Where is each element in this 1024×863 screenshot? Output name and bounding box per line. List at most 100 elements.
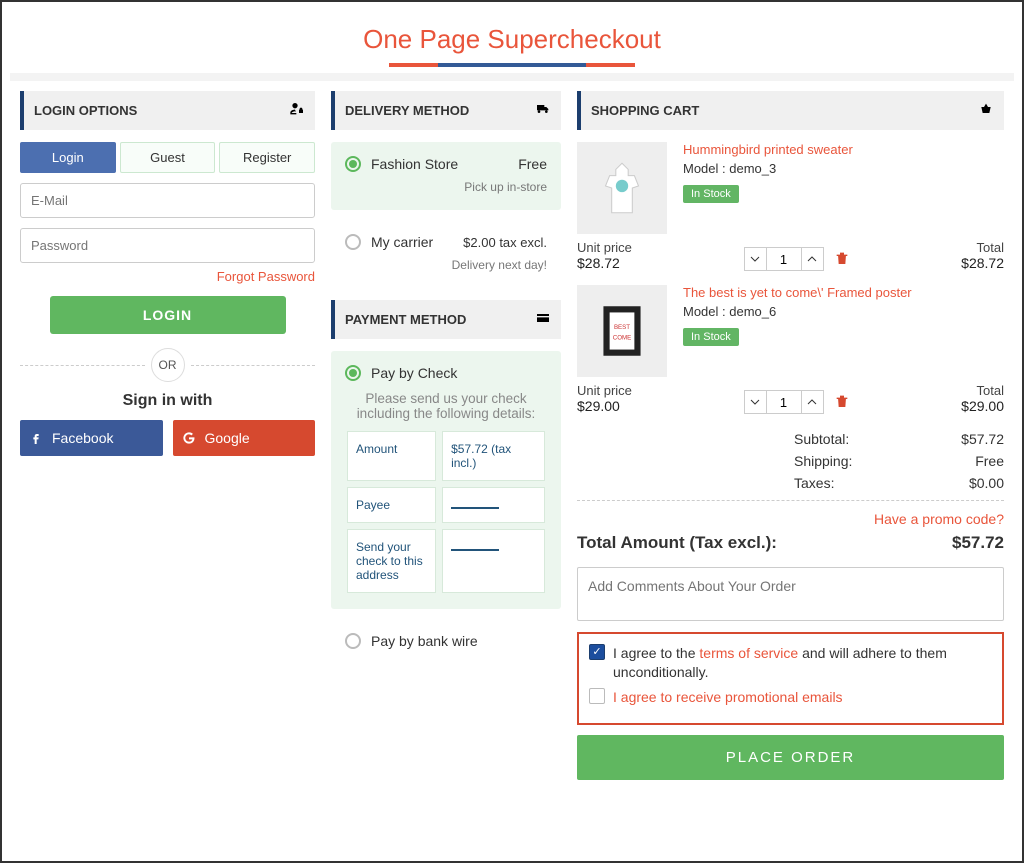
login-button[interactable]: LOGIN: [50, 296, 286, 334]
promo-emails-label: I agree to receive promotional emails: [613, 688, 843, 707]
truck-icon: [535, 101, 551, 120]
payment-header: PAYMENT METHOD: [331, 300, 561, 339]
subtotal-label: Subtotal:: [794, 431, 849, 447]
trash-icon: [834, 249, 850, 267]
pay-key: Amount: [347, 431, 436, 481]
qty-input[interactable]: [767, 391, 801, 413]
totals-block: Subtotal: $57.72 Shipping: Free Taxes: $0.0…: [794, 428, 1004, 494]
radio-checked-icon[interactable]: [345, 365, 361, 381]
forgot-password-link[interactable]: Forgot Password: [20, 269, 315, 284]
unit-price-label: Unit price: [577, 240, 632, 255]
facebook-icon: [28, 430, 44, 446]
delivery-option-name: My carrier: [371, 234, 433, 250]
product-thumb: BEST COME: [577, 285, 667, 377]
page-title: One Page Supercheckout: [10, 10, 1014, 63]
item-title[interactable]: Hummingbird printed sweater: [683, 142, 1004, 157]
shipping-label: Shipping:: [794, 453, 852, 469]
svg-text:BEST: BEST: [614, 324, 630, 331]
cart-header-text: SHOPPING CART: [591, 103, 699, 118]
chevron-down-icon: [750, 397, 760, 407]
or-label: OR: [151, 348, 185, 382]
divider-line: [191, 365, 316, 366]
line-total: $29.00: [961, 398, 1004, 414]
google-login-button[interactable]: Google: [173, 420, 316, 456]
terms-text: I agree to the terms of service and will…: [613, 644, 992, 682]
unit-price: $29.00: [577, 398, 632, 414]
item-model: Model : demo_6: [683, 304, 1004, 319]
cart-header: SHOPPING CART: [577, 91, 1004, 130]
subtotal-value: $57.72: [961, 431, 1004, 447]
place-order-button[interactable]: PLACE ORDER: [577, 735, 1004, 780]
qty-increase[interactable]: [801, 248, 823, 270]
line-total: $28.72: [961, 255, 1004, 271]
agreements-box: ✓ I agree to the terms of service and wi…: [577, 632, 1004, 725]
delivery-payment-column: DELIVERY METHOD Fashion Store Free Pick …: [331, 91, 561, 780]
delivery-option[interactable]: My carrier $2.00 tax excl. Delivery next…: [331, 224, 561, 282]
cart-item: Hummingbird printed sweater Model : demo…: [577, 142, 1004, 234]
terms-checkbox[interactable]: ✓: [589, 644, 605, 660]
delivery-option-selected[interactable]: Fashion Store Free Pick up in-store: [331, 142, 561, 210]
terms-of-service-link[interactable]: terms of service: [699, 645, 798, 661]
quantity-stepper[interactable]: [744, 390, 824, 414]
separator: [10, 73, 1014, 81]
qty-input[interactable]: [767, 248, 801, 270]
qty-increase[interactable]: [801, 391, 823, 413]
google-icon: [181, 430, 197, 446]
remove-item-button[interactable]: [834, 249, 850, 270]
stock-badge: In Stock: [683, 328, 739, 346]
facebook-login-button[interactable]: Facebook: [20, 420, 163, 456]
chevron-up-icon: [807, 397, 817, 407]
divider-line: [20, 365, 145, 366]
payment-check-desc: Please send us your check including the …: [349, 391, 543, 421]
delivery-option-price: $2.00 tax excl.: [463, 235, 547, 250]
payment-check-label: Pay by Check: [371, 365, 457, 381]
delivery-option-note: Pick up in-store: [345, 180, 547, 194]
delivery-option-name: Fashion Store: [371, 156, 458, 172]
product-thumb: [577, 142, 667, 234]
grand-total-value: $57.72: [952, 533, 1004, 553]
user-lock-icon: [289, 101, 305, 120]
promo-emails-checkbox[interactable]: [589, 688, 605, 704]
grand-total-label: Total Amount (Tax excl.):: [577, 533, 777, 553]
svg-text:COME: COME: [613, 334, 632, 341]
payment-option-wire[interactable]: Pay by bank wire: [331, 623, 561, 659]
remove-item-button[interactable]: [834, 392, 850, 413]
pay-val: [442, 529, 545, 593]
tab-login[interactable]: Login: [20, 142, 116, 173]
order-comments[interactable]: [577, 567, 1004, 621]
payment-option-check[interactable]: Pay by Check Please send us your check i…: [331, 351, 561, 609]
unit-price: $28.72: [577, 255, 632, 271]
delivery-option-note: Delivery next day!: [345, 258, 547, 272]
tab-register[interactable]: Register: [219, 142, 315, 173]
trash-icon: [834, 392, 850, 410]
qty-decrease[interactable]: [745, 391, 767, 413]
delivery-option-price: Free: [518, 156, 547, 172]
taxes-label: Taxes:: [794, 475, 834, 491]
login-header-text: LOGIN OPTIONS: [34, 103, 137, 118]
radio-unchecked-icon[interactable]: [345, 234, 361, 250]
shipping-value: Free: [975, 453, 1004, 469]
pay-key: Payee: [347, 487, 436, 523]
password-field[interactable]: [20, 228, 315, 263]
title-underline: [389, 63, 635, 67]
item-model: Model : demo_3: [683, 161, 1004, 176]
credit-card-icon: [535, 310, 551, 329]
taxes-value: $0.00: [969, 475, 1004, 491]
total-label: Total: [961, 240, 1004, 255]
login-header: LOGIN OPTIONS: [20, 91, 315, 130]
stock-badge: In Stock: [683, 185, 739, 203]
google-label: Google: [205, 430, 250, 446]
facebook-label: Facebook: [52, 430, 113, 446]
total-label: Total: [961, 383, 1004, 398]
promo-code-link[interactable]: Have a promo code?: [577, 511, 1004, 527]
radio-checked-icon[interactable]: [345, 156, 361, 172]
cart-item: BEST COME The best is yet to come\' Frame…: [577, 285, 1004, 377]
chevron-down-icon: [750, 254, 760, 264]
item-title[interactable]: The best is yet to come\' Framed poster: [683, 285, 1004, 300]
cart-column: SHOPPING CART Hummingbird printed sweate…: [577, 91, 1004, 780]
email-field[interactable]: [20, 183, 315, 218]
qty-decrease[interactable]: [745, 248, 767, 270]
tab-guest[interactable]: Guest: [120, 142, 216, 173]
quantity-stepper[interactable]: [744, 247, 824, 271]
radio-unchecked-icon[interactable]: [345, 633, 361, 649]
